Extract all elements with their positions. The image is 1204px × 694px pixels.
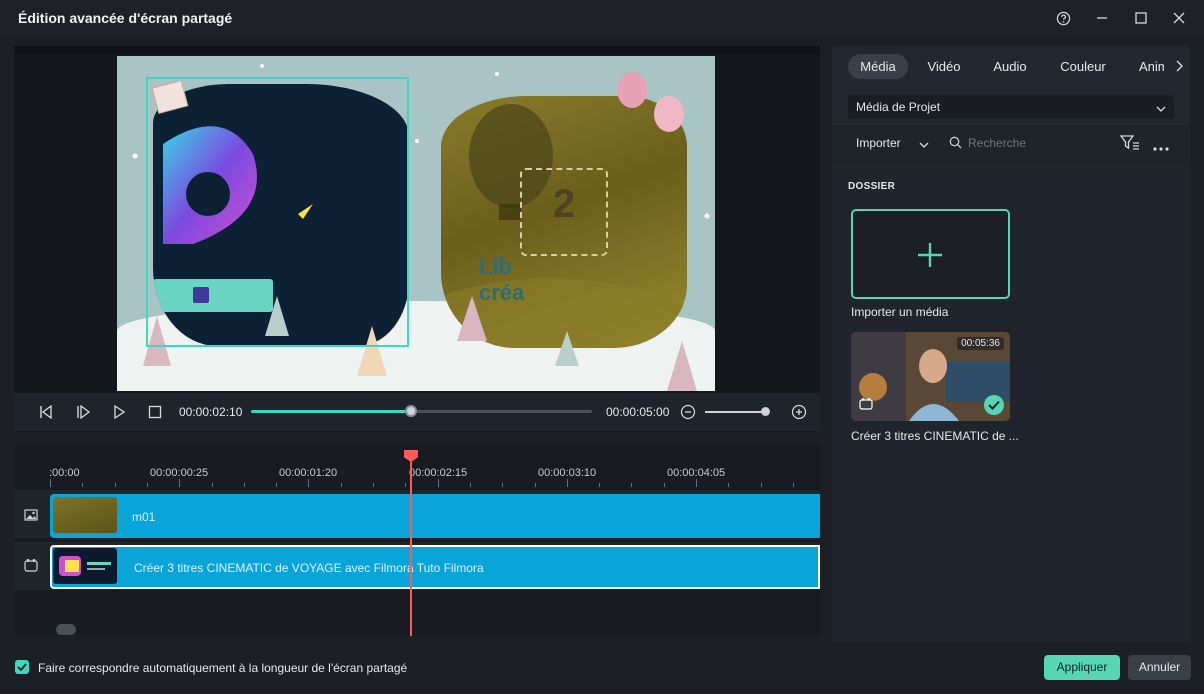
ruler-label: 00:00:02:15	[409, 467, 468, 479]
clip-label: Créer 3 titres CINEMATIC de VOYAGE avec …	[134, 561, 484, 575]
filter-icon[interactable]	[1119, 135, 1140, 153]
auto-match-checkbox[interactable]	[15, 660, 29, 674]
ruler-tick	[82, 483, 84, 487]
ruler-tick	[566, 479, 568, 487]
playhead-line[interactable]	[410, 456, 412, 636]
total-time: 00:00:05:00	[606, 405, 670, 419]
ruler-tick	[760, 483, 762, 487]
ruler-tick	[631, 483, 633, 487]
timeline-scrollbar[interactable]	[56, 624, 76, 635]
search-input[interactable]	[968, 133, 1098, 153]
plus-icon	[917, 242, 943, 271]
zoom-slider-handle[interactable]	[761, 407, 770, 416]
image-track-icon	[24, 509, 40, 523]
window-title: Édition avancée d'écran partagé	[18, 10, 233, 26]
video-track-icon	[24, 558, 40, 572]
clip-thumbnail	[53, 497, 117, 533]
thumbnail-logo-graphic	[59, 556, 111, 576]
search-icon	[949, 136, 962, 152]
ruler-tick	[792, 483, 794, 487]
chevron-down-icon	[1156, 102, 1166, 116]
timeline-clip-image[interactable]: m01	[50, 494, 820, 538]
section-title: DOSSIER	[848, 181, 896, 192]
ruler-label: 00:00:01:20	[279, 467, 338, 479]
zoom-in-icon[interactable]	[790, 404, 808, 420]
ruler-tick	[243, 483, 245, 487]
ruler-tick	[437, 479, 439, 487]
apply-button[interactable]: Appliquer	[1044, 655, 1120, 680]
chevron-right-icon[interactable]	[1168, 56, 1190, 76]
media-item-caption: Créer 3 titres CINEMATIC de ...	[851, 429, 1019, 443]
tab-video[interactable]: Vidéo	[918, 54, 970, 79]
clip-thumbnail	[53, 548, 117, 584]
selection-frame[interactable]	[146, 77, 409, 347]
ruler-tick	[405, 483, 407, 487]
ruler-tick	[114, 483, 116, 487]
stop-icon[interactable]	[146, 404, 164, 420]
import-button[interactable]: Importer	[856, 136, 901, 150]
current-time: 00:00:02:10	[179, 405, 243, 419]
next-frame-icon[interactable]	[74, 404, 92, 420]
ruler-label: 00:00:03:10	[538, 467, 597, 479]
checkmark-icon	[17, 663, 27, 671]
media-source-value: Média de Projet	[856, 100, 941, 114]
import-media-caption: Importer un média	[851, 305, 949, 319]
ruler-tick	[469, 483, 471, 487]
video-camera-icon	[859, 397, 873, 413]
playback-progress-fill	[251, 410, 412, 413]
zoom-slider[interactable]	[705, 411, 767, 413]
ruler-tick	[663, 483, 665, 487]
ruler-tick	[599, 483, 601, 487]
ruler-label: 00:00:04:05	[667, 467, 726, 479]
auto-match-label: Faire correspondre automatiquement à la …	[38, 661, 408, 675]
more-options-icon[interactable]	[1153, 140, 1169, 154]
tab-color[interactable]: Couleur	[1054, 54, 1112, 79]
clip-label: m01	[132, 510, 156, 524]
import-media-tile[interactable]	[851, 209, 1010, 299]
media-duration-badge: 00:05:36	[957, 337, 1004, 350]
zoom-out-icon[interactable]	[679, 404, 697, 420]
added-checkmark-icon	[984, 395, 1004, 415]
help-icon[interactable]	[1052, 8, 1074, 28]
ruler-tick	[534, 483, 536, 487]
ruler-label: 00:00:00:25	[150, 467, 209, 479]
ruler-tick	[179, 479, 181, 487]
ruler-tick	[50, 479, 51, 487]
play-icon[interactable]	[110, 404, 128, 420]
ruler-tick	[146, 483, 148, 487]
playback-progress-bar[interactable]	[251, 410, 592, 413]
minimize-icon[interactable]	[1091, 8, 1113, 28]
timeline-clip-video[interactable]: Créer 3 titres CINEMATIC de VOYAGE avec …	[50, 545, 820, 589]
import-dropdown-chevron-icon[interactable]	[919, 138, 929, 152]
ruler-tick	[728, 483, 730, 487]
mittens-icon	[617, 72, 684, 132]
preview-top-strip	[14, 46, 820, 54]
media-item-thumbnail[interactable]: 00:05:36	[851, 332, 1010, 421]
ruler-tick	[502, 483, 504, 487]
previous-frame-icon[interactable]	[37, 404, 55, 420]
tab-audio[interactable]: Audio	[984, 54, 1036, 79]
drop-zone-placeholder[interactable]: 2	[520, 168, 608, 256]
ruler-tick	[308, 479, 310, 487]
close-icon[interactable]	[1168, 8, 1190, 28]
cancel-button[interactable]: Annuler	[1128, 655, 1191, 680]
ruler-tick	[340, 483, 342, 487]
tab-media[interactable]: Média	[848, 54, 908, 79]
ruler-tick	[211, 483, 213, 487]
media-source-select[interactable]: Média de Projet	[848, 95, 1174, 119]
tab-animation[interactable]: Anim	[1132, 54, 1164, 79]
ruler-tick	[276, 483, 278, 487]
maximize-icon[interactable]	[1130, 8, 1152, 28]
ruler-tick	[373, 483, 374, 487]
ruler-tick	[696, 479, 697, 487]
drop-zone-number: 2	[552, 182, 576, 226]
ruler-label: :00:00	[49, 467, 80, 479]
